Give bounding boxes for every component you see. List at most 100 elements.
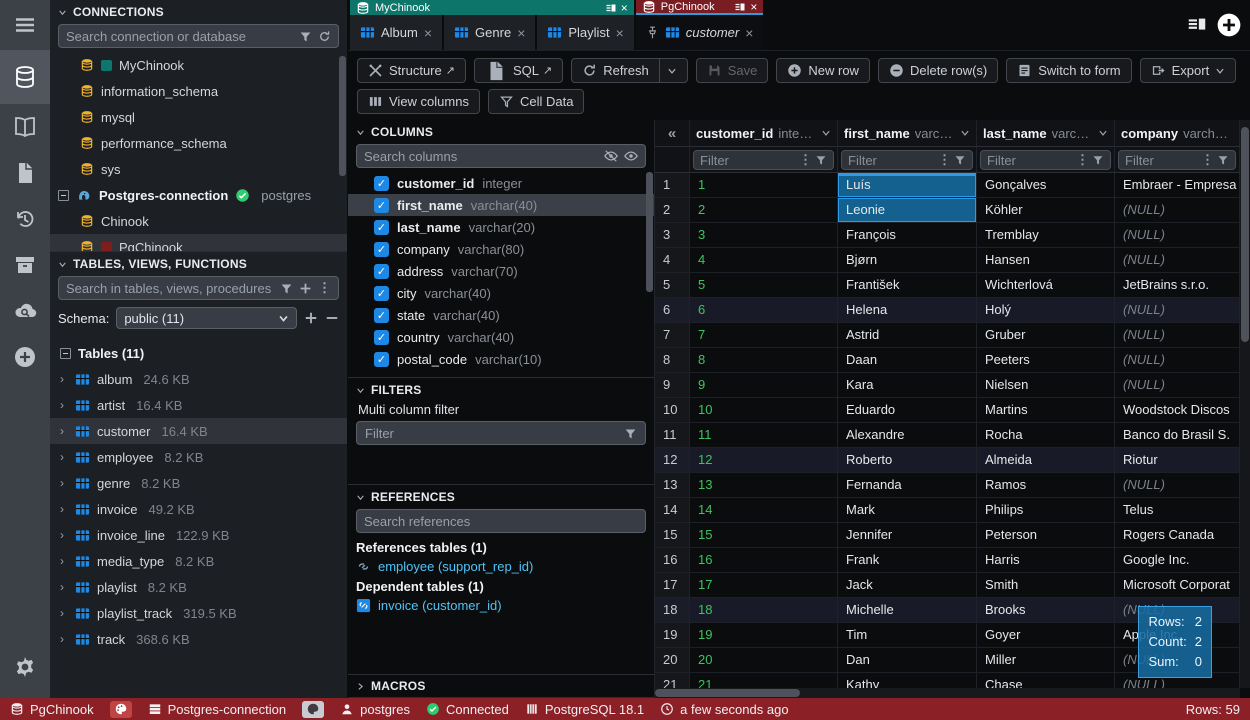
grid-column-header-customer_id[interactable]: customer_idinteger — [690, 120, 838, 146]
grid-cell-last_name[interactable]: Brooks — [977, 598, 1115, 623]
checkbox-checked-icon[interactable]: ✓ — [374, 330, 389, 345]
grid-cell-first_name[interactable]: Leonie — [838, 198, 977, 223]
grid-cell-customer_id[interactable]: 8 — [690, 348, 838, 373]
theme-palette-chip[interactable] — [110, 701, 132, 718]
close-tab-icon[interactable]: × — [517, 25, 525, 41]
grid-filter-input-last_name[interactable] — [987, 153, 1073, 168]
multi-column-filter-input[interactable] — [365, 426, 624, 441]
more-dots-icon[interactable]: ⋮ — [799, 152, 812, 168]
grid-cell-last_name[interactable]: Peterson — [977, 523, 1115, 548]
grid-cell-customer_id[interactable]: 3 — [690, 223, 838, 248]
grid-row-number[interactable]: 16 — [655, 548, 690, 573]
tables-group-row[interactable]: Tables (11) — [50, 340, 347, 366]
column-item-customer_id[interactable]: ✓customer_idinteger — [348, 172, 654, 194]
column-item-postal_code[interactable]: ✓postal_codevarchar(10) — [348, 348, 654, 370]
grid-cell-customer_id[interactable]: 15 — [690, 523, 838, 548]
delete-row-s--button[interactable]: Delete row(s) — [878, 58, 998, 83]
grid-cell-customer_id[interactable]: 16 — [690, 548, 838, 573]
column-item-company[interactable]: ✓companyvarchar(80) — [348, 238, 654, 260]
chevron-right-icon[interactable]: › — [60, 632, 68, 646]
add-schema-icon[interactable] — [304, 311, 318, 325]
status-item-pgchinook[interactable]: PgChinook — [10, 702, 94, 717]
table-item-customer[interactable]: ›customer16.4 KB — [50, 418, 347, 444]
grid-cell-customer_id[interactable]: 17 — [690, 573, 838, 598]
checkbox-checked-icon[interactable]: ✓ — [374, 176, 389, 191]
filter-funnel-icon[interactable] — [280, 282, 293, 295]
grid-cell-customer_id[interactable]: 12 — [690, 448, 838, 473]
new-query-plus-icon[interactable] — [1216, 12, 1242, 38]
grid-cell-company[interactable]: (NULL) — [1115, 298, 1240, 323]
tab-Genre[interactable]: Genre× — [444, 15, 535, 50]
close-icon[interactable]: × — [750, 0, 757, 14]
tables-search-input[interactable] — [66, 281, 274, 296]
grid-cell-company[interactable]: (NULL) — [1115, 323, 1240, 348]
grid-cell-first_name[interactable]: Helena — [838, 298, 977, 323]
checkbox-checked-icon[interactable]: ✓ — [374, 198, 389, 213]
collapse-box-icon[interactable] — [60, 348, 71, 359]
connections-scrollbar[interactable] — [339, 56, 346, 176]
export-button[interactable]: Export — [1140, 58, 1237, 83]
filters-section-header[interactable]: FILTERS — [348, 378, 654, 400]
grid-column-header-last_name[interactable]: last_namevarchar(20) — [977, 120, 1115, 146]
grid-cell-customer_id[interactable]: 13 — [690, 473, 838, 498]
close-tab-icon[interactable]: × — [745, 25, 753, 41]
grid-cell-first_name[interactable]: Daan — [838, 348, 977, 373]
scrollbar-thumb[interactable] — [1241, 127, 1249, 342]
reference-link[interactable]: invoice (customer_id) — [348, 596, 654, 615]
grid-row-number[interactable]: 19 — [655, 623, 690, 648]
grid-row-number[interactable]: 13 — [655, 473, 690, 498]
chevron-right-icon[interactable]: › — [60, 424, 68, 438]
table-item-genre[interactable]: ›genre8.2 KB — [50, 470, 347, 496]
filter-funnel-icon[interactable] — [624, 427, 637, 440]
switch-to-form-button[interactable]: Switch to form — [1006, 58, 1131, 83]
grid-cell-company[interactable]: (NULL) — [1115, 198, 1240, 223]
add-icon[interactable] — [299, 282, 312, 295]
grid-filter-input-customer_id[interactable] — [700, 153, 796, 168]
checkbox-checked-icon[interactable]: ✓ — [374, 352, 389, 367]
grid-cell-customer_id[interactable]: 14 — [690, 498, 838, 523]
grid-cell-company[interactable]: (NULL) — [1115, 373, 1240, 398]
grid-row-number[interactable]: 11 — [655, 423, 690, 448]
close-tab-icon[interactable]: × — [616, 25, 624, 41]
filter-funnel-icon[interactable] — [1217, 154, 1229, 166]
grid-cell-last_name[interactable]: Miller — [977, 648, 1115, 673]
chevron-right-icon[interactable]: › — [60, 450, 68, 464]
grid-cell-customer_id[interactable]: 1 — [690, 173, 838, 198]
grid-cell-last_name[interactable]: Köhler — [977, 198, 1115, 223]
grid-cell-last_name[interactable]: Harris — [977, 548, 1115, 573]
rail-book-button[interactable] — [0, 104, 50, 150]
grid-cell-customer_id[interactable]: 18 — [690, 598, 838, 623]
grid-cell-first_name[interactable]: Jack — [838, 573, 977, 598]
sql-button[interactable]: SQL↗ — [474, 58, 563, 83]
checkbox-checked-icon[interactable]: ✓ — [374, 220, 389, 235]
rail-gear-button[interactable] — [0, 644, 50, 690]
grid-cell-company[interactable]: (NULL) — [1115, 473, 1240, 498]
structure-button[interactable]: Structure↗ — [357, 58, 466, 83]
grid-cell-last_name[interactable]: Rocha — [977, 423, 1115, 448]
column-item-city[interactable]: ✓cityvarchar(40) — [348, 282, 654, 304]
grid-cell-last_name[interactable]: Holý — [977, 298, 1115, 323]
layout-sm-icon[interactable] — [605, 2, 617, 14]
references-section-header[interactable]: REFERENCES — [348, 485, 654, 507]
chevron-right-icon[interactable]: › — [60, 476, 68, 490]
connection-item-performance_schema[interactable]: performance_schema — [50, 130, 347, 156]
grid-cell-last_name[interactable]: Almeida — [977, 448, 1115, 473]
rail-database-button[interactable] — [0, 50, 50, 104]
eye-icon[interactable] — [624, 149, 638, 163]
tab-group-strip[interactable]: MyChinook× — [350, 0, 634, 15]
chevron-right-icon[interactable]: › — [60, 554, 68, 568]
more-dots-icon[interactable]: ⋮ — [938, 152, 951, 168]
grid-row-number[interactable]: 9 — [655, 373, 690, 398]
chevron-right-icon[interactable]: › — [60, 580, 68, 594]
grid-cell-last_name[interactable]: Wichterlová — [977, 273, 1115, 298]
view-columns-button[interactable]: View columns — [357, 89, 480, 114]
grid-row-number[interactable]: 6 — [655, 298, 690, 323]
rail-archive-button[interactable] — [0, 242, 50, 288]
table-item-invoice[interactable]: ›invoice49.2 KB — [50, 496, 347, 522]
grid-cell-last_name[interactable]: Gonçalves — [977, 173, 1115, 198]
tab-customer[interactable]: customer× — [636, 15, 764, 50]
grid-cell-customer_id[interactable]: 9 — [690, 373, 838, 398]
filter-funnel-icon[interactable] — [954, 154, 966, 166]
grid-cell-first_name[interactable]: Dan — [838, 648, 977, 673]
filter-funnel-icon[interactable] — [1092, 154, 1104, 166]
